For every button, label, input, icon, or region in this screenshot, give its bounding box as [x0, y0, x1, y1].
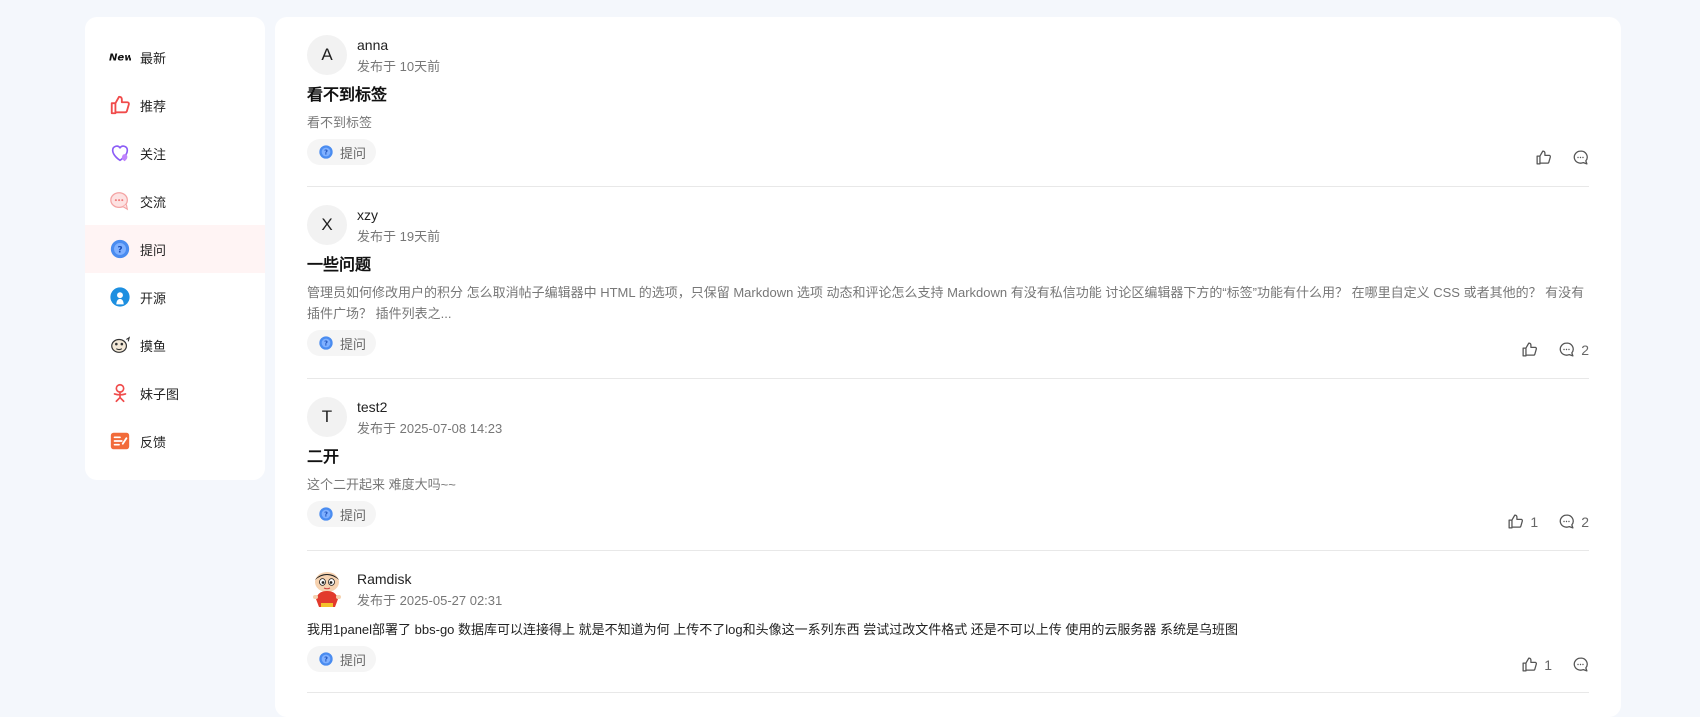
svg-text:New: New — [109, 53, 131, 64]
sidebar-item-recommend[interactable]: 推荐 — [85, 81, 265, 129]
svg-text:?: ? — [324, 656, 328, 664]
post-actions: 1 — [1501, 656, 1589, 673]
comment-count: 2 — [1581, 341, 1589, 358]
post-summary[interactable]: 这个二开起来 难度大吗~~ — [307, 474, 1589, 495]
post-title[interactable]: 看不到标签 — [307, 85, 1589, 107]
like-count: 1 — [1544, 656, 1552, 673]
feedback-icon — [109, 430, 131, 452]
chat-bubble-icon — [109, 190, 131, 212]
post-actions — [1515, 149, 1589, 166]
sidebar-item-follow[interactable]: 关注 — [85, 129, 265, 177]
sidebar-item-label: 提问 — [140, 242, 167, 258]
username[interactable]: xzy — [357, 206, 440, 224]
avatar[interactable]: X — [307, 205, 347, 245]
post-title[interactable]: 二开 — [307, 447, 1589, 469]
avatar-image — [313, 572, 341, 607]
sidebar-item-question[interactable]: ? 提问 — [85, 225, 265, 273]
tag-chip[interactable]: ? 提问 — [307, 646, 377, 672]
tag-label: 提问 — [340, 652, 367, 668]
question-icon: ? — [319, 507, 333, 521]
avatar[interactable]: A — [307, 35, 347, 75]
thumb-up-icon — [1536, 150, 1551, 165]
username[interactable]: anna — [357, 36, 440, 54]
tag-label: 提问 — [340, 507, 367, 523]
post-summary[interactable]: 管理员如何修改用户的积分 怎么取消帖子编辑器中 HTML 的选项，只保留 Mar… — [307, 282, 1589, 324]
question-icon: ? — [319, 336, 333, 350]
like-button[interactable]: 1 — [1507, 513, 1538, 530]
svg-text:?: ? — [324, 340, 328, 348]
list-item[interactable]: X xzy 发布于 19天前 一些问题 管理员如何修改用户的积分 怎么取消帖子编… — [307, 187, 1589, 379]
sidebar-item-latest[interactable]: New 最新 — [85, 33, 265, 81]
post-header: A anna 发布于 10天前 — [307, 35, 1589, 77]
list-item[interactable]: Ramdisk 发布于 2025-05-27 02:31 我用1panel部署了… — [307, 551, 1589, 693]
post-time: 发布于 2025-07-08 14:23 — [357, 421, 503, 436]
post-time: 发布于 19天前 — [357, 229, 441, 244]
comment-icon — [1559, 514, 1574, 529]
post-header: Ramdisk 发布于 2025-05-27 02:31 — [307, 569, 1589, 611]
comment-count: 2 — [1581, 513, 1589, 530]
username[interactable]: Ramdisk — [357, 570, 502, 588]
list-item[interactable]: T test2 发布于 2025-07-08 14:23 二开 这个二开起来 难… — [307, 379, 1589, 551]
like-button[interactable]: 1 — [1521, 656, 1552, 673]
post-summary[interactable]: 看不到标签 — [307, 112, 1589, 133]
thumb-up-icon — [1508, 514, 1524, 529]
sidebar-item-label: 最新 — [140, 50, 167, 66]
post-header: X xzy 发布于 19天前 — [307, 205, 1589, 247]
open-source-icon — [109, 286, 131, 308]
tag-label: 提问 — [340, 145, 367, 161]
avatar[interactable]: T — [307, 397, 347, 437]
sidebar-item-discuss[interactable]: 交流 — [85, 177, 265, 225]
sidebar-item-label: 摸鱼 — [140, 338, 167, 354]
comment-button[interactable]: 2 — [1558, 513, 1589, 530]
thumb-icon — [109, 94, 131, 116]
sidebar-item-open-source[interactable]: 开源 — [85, 273, 265, 321]
sidebar-item-label: 开源 — [140, 290, 167, 306]
like-button[interactable] — [1535, 149, 1552, 166]
thumb-up-icon — [1522, 657, 1538, 672]
post-title[interactable]: 一些问题 — [307, 255, 1589, 277]
sidebar-item-girls[interactable]: 妹子图 — [85, 369, 265, 417]
comment-icon — [1559, 342, 1574, 357]
post-summary[interactable]: 我用1panel部署了 bbs-go 数据库可以连接得上 就是不知道为何 上传不… — [307, 619, 1589, 640]
tag-chip[interactable]: ? 提问 — [307, 330, 377, 356]
heart-icon — [109, 142, 131, 164]
list-item[interactable]: A anna 发布于 10天前 看不到标签 看不到标签 ? 提问 — [307, 17, 1589, 187]
like-count: 1 — [1530, 513, 1539, 530]
tag-chip[interactable]: ? 提问 — [307, 139, 377, 165]
question-icon: ? — [319, 145, 333, 159]
sidebar-item-label: 反馈 — [140, 434, 167, 450]
sidebar-item-label: 交流 — [140, 194, 167, 210]
sidebar-item-slacking[interactable]: 摸鱼 — [85, 321, 265, 369]
post-actions: 1 2 — [1487, 513, 1589, 530]
post-time: 发布于 10天前 — [357, 59, 441, 74]
new-icon: New — [109, 46, 131, 68]
post-actions: 2 — [1501, 341, 1589, 358]
post-time: 发布于 2025-05-27 02:31 — [357, 593, 503, 608]
sidebar-item-feedback[interactable]: 反馈 — [85, 417, 265, 465]
svg-text:?: ? — [117, 245, 122, 256]
sidebar-item-label: 关注 — [140, 146, 167, 162]
comment-icon — [1573, 150, 1588, 165]
question-icon: ? — [109, 238, 131, 260]
tag-label: 提问 — [340, 336, 367, 352]
comment-button[interactable] — [1572, 149, 1589, 166]
svg-text:?: ? — [324, 511, 328, 519]
tag-chip[interactable]: ? 提问 — [307, 501, 377, 527]
category-sidebar: New 最新 推荐 关注 交流 ? 提问 开源 摸鱼 — [85, 17, 265, 480]
avatar[interactable] — [307, 569, 347, 609]
username[interactable]: test2 — [357, 398, 502, 416]
post-list: A anna 发布于 10天前 看不到标签 看不到标签 ? 提问 X xzy 发… — [275, 17, 1621, 717]
like-button[interactable] — [1521, 341, 1538, 358]
svg-text:?: ? — [324, 149, 328, 157]
fish-icon — [109, 334, 131, 356]
comment-button[interactable]: 2 — [1558, 341, 1589, 358]
comment-icon — [1573, 657, 1588, 672]
sidebar-item-label: 妹子图 — [140, 386, 180, 402]
comment-button[interactable] — [1572, 656, 1589, 673]
sidebar-item-label: 推荐 — [140, 98, 167, 114]
girl-icon — [109, 382, 131, 404]
question-icon: ? — [319, 652, 333, 666]
thumb-up-icon — [1522, 342, 1538, 357]
post-header: T test2 发布于 2025-07-08 14:23 — [307, 397, 1589, 439]
